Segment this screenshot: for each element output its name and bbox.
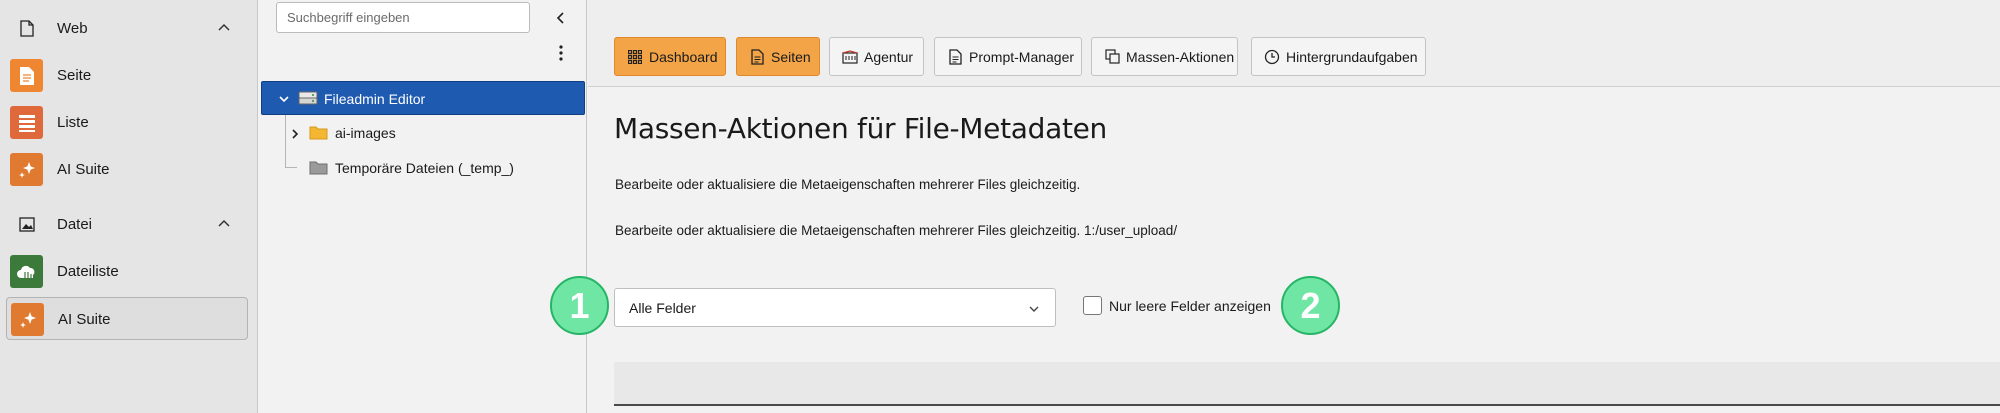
page-icon <box>17 18 37 38</box>
chevron-left-icon[interactable] <box>552 9 570 27</box>
toolbar-button-label: Prompt-Manager <box>969 48 1075 65</box>
chevron-right-icon[interactable] <box>289 127 301 145</box>
module-item-seite[interactable]: Seite <box>6 54 248 97</box>
folder-icon <box>309 125 328 145</box>
document-icon <box>749 48 765 65</box>
more-options-icon[interactable] <box>552 44 570 62</box>
module-item-liste[interactable]: Liste <box>6 101 248 144</box>
toolbar-button-label: Dashboard <box>649 48 718 65</box>
seiten-button[interactable]: Seiten <box>736 37 820 76</box>
cloud-files-icon <box>10 255 43 288</box>
page-module-icon <box>10 59 43 92</box>
storage-drive-icon <box>298 90 318 111</box>
prompt-manager-button[interactable]: Prompt-Manager <box>934 37 1082 76</box>
step-badge: 1 <box>550 276 609 335</box>
module-item-ai-suite-web[interactable]: AI Suite <box>6 148 248 191</box>
metadata-panel <box>614 362 2000 406</box>
chevron-up-icon[interactable] <box>216 20 232 36</box>
toolbar-button-label: Massen-Aktionen <box>1126 48 1235 65</box>
toolbar-button-label: Hintergrundaufgaben <box>1286 48 1418 65</box>
module-menu: Web Seite Liste AI Suite Datei Dateilist… <box>0 0 258 413</box>
ai-sparkle-icon <box>10 153 43 186</box>
module-item-dateiliste[interactable]: Dateiliste <box>6 250 248 293</box>
main-content: Dashboard Seiten Agentur Prompt-Manager … <box>550 0 2000 413</box>
empty-fields-label[interactable]: Nur leere Felder anzeigen <box>1109 298 1271 314</box>
clock-icon <box>1264 49 1280 65</box>
page-description: Bearbeite oder aktualisiere die Metaeige… <box>615 177 1081 192</box>
module-item-label: AI Suite <box>57 161 110 178</box>
module-item-label: AI Suite <box>58 311 111 328</box>
file-tree-panel: Fileadmin Editor ai-images Temporäre Dat… <box>259 0 587 413</box>
toolbar-button-label: Agentur <box>864 48 914 65</box>
page-title: Massen-Aktionen für File-Metadaten <box>614 112 1108 145</box>
module-toolbar: Dashboard Seiten Agentur Prompt-Manager … <box>588 0 2000 87</box>
module-item-label: Dateiliste <box>57 263 119 280</box>
ai-sparkle-icon <box>11 303 44 336</box>
document-icon <box>947 48 963 65</box>
tree-node-temp[interactable]: Temporäre Dateien (_temp_) <box>259 151 585 185</box>
building-icon <box>842 49 858 65</box>
tree-node-label: ai-images <box>335 125 396 141</box>
module-item-label: Liste <box>57 114 89 131</box>
chevron-down-icon[interactable] <box>278 92 290 110</box>
toolbar-button-label: Seiten <box>771 48 811 65</box>
module-item-label: Seite <box>57 67 92 84</box>
tree-search-input[interactable] <box>276 2 530 33</box>
module-group-datei[interactable]: Datei <box>0 204 258 244</box>
module-item-ai-suite-datei[interactable]: AI Suite <box>6 297 248 340</box>
field-select[interactable]: Alle Felder <box>614 288 1056 327</box>
chevron-up-icon[interactable] <box>216 216 232 232</box>
chevron-down-icon <box>1027 302 1041 316</box>
tree-node-label: Temporäre Dateien (_temp_) <box>335 160 514 176</box>
image-icon <box>17 214 37 234</box>
module-group-label: Datei <box>57 215 93 233</box>
dashboard-button[interactable]: Dashboard <box>614 37 726 76</box>
tree-node-root[interactable]: Fileadmin Editor <box>261 81 585 115</box>
agentur-button[interactable]: Agentur <box>829 37 924 76</box>
copy-icon <box>1104 49 1120 65</box>
tree-node-ai-images[interactable]: ai-images <box>259 116 585 150</box>
module-group-web[interactable]: Web <box>0 8 258 48</box>
folder-icon <box>309 160 328 180</box>
hintergrundaufgaben-button[interactable]: Hintergrundaufgaben <box>1251 37 1426 76</box>
page-description-path: Bearbeite oder aktualisiere die Metaeige… <box>615 223 1178 238</box>
grid-icon <box>627 49 643 65</box>
field-select-value: Alle Felder <box>629 300 696 316</box>
module-group-label: Web <box>57 19 88 37</box>
step-badge: 2 <box>1281 276 1340 335</box>
tree-node-label: Fileadmin Editor <box>324 91 426 107</box>
empty-fields-checkbox[interactable] <box>1083 296 1102 315</box>
massen-aktionen-button[interactable]: Massen-Aktionen <box>1091 37 1238 76</box>
list-module-icon <box>10 106 43 139</box>
